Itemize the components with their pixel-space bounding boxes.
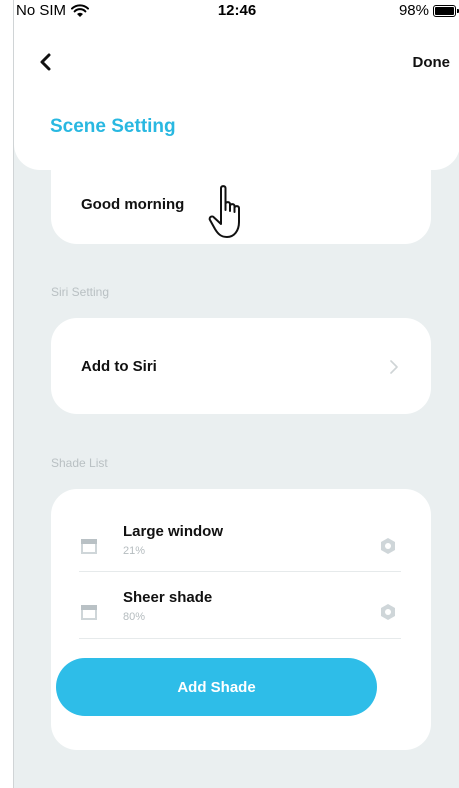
chevron-left-icon[interactable] (36, 52, 56, 72)
page-title: Scene Setting (50, 116, 176, 137)
hexagon-settings-icon[interactable] (379, 603, 397, 621)
hand-pointer-icon (208, 185, 240, 238)
status-time: 12:46 (217, 2, 257, 19)
battery-group: 98% (398, 2, 459, 19)
chevron-right-icon (390, 360, 398, 374)
status-bar: No SIM 12:46 98% (14, 0, 459, 22)
add-to-siri-label: Add to Siri (81, 358, 157, 375)
shade-percent: 21% (123, 545, 146, 557)
battery-percent: 98% (398, 2, 429, 19)
add-shade-button[interactable]: Add Shade (56, 658, 377, 716)
shade-name: Large window (123, 523, 224, 540)
battery-icon (433, 4, 459, 17)
hexagon-settings-icon[interactable] (379, 537, 397, 555)
shade-list-section-label: Shade List (51, 456, 108, 470)
shade-name: Sheer shade (123, 589, 213, 606)
scene-name-value: Good morning (81, 196, 185, 213)
header: Done Scene Setting (14, 22, 459, 170)
add-to-siri-row[interactable]: Add to Siri (51, 318, 431, 414)
divider (79, 571, 401, 572)
shade-percent: 80% (123, 611, 146, 623)
shade-icon (81, 539, 97, 554)
siri-section-label: Siri Setting (51, 285, 110, 299)
shade-icon (81, 605, 97, 620)
divider (79, 638, 401, 639)
app-screen: No SIM 12:46 98% Done Scene Setting Good… (13, 0, 459, 788)
done-button[interactable]: Done (413, 54, 451, 71)
